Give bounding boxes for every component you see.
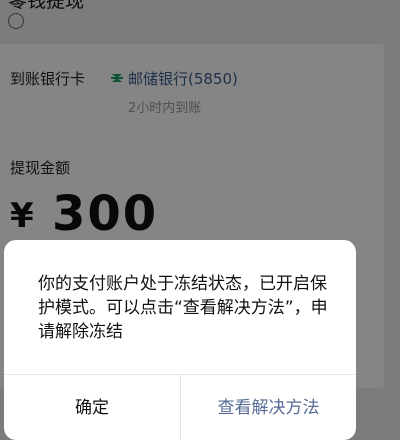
view-solution-button[interactable]: 查看解决方法 <box>181 375 356 435</box>
confirm-button[interactable]: 确定 <box>4 375 180 435</box>
frozen-account-dialog: 你的支付账户处于冻结状态，已开启保护模式。可以点击“查看解决方法”，申请解除冻结… <box>4 240 356 440</box>
dialog-message: 你的支付账户处于冻结状态，已开启保护模式。可以点击“查看解决方法”，申请解除冻结 <box>38 274 328 342</box>
